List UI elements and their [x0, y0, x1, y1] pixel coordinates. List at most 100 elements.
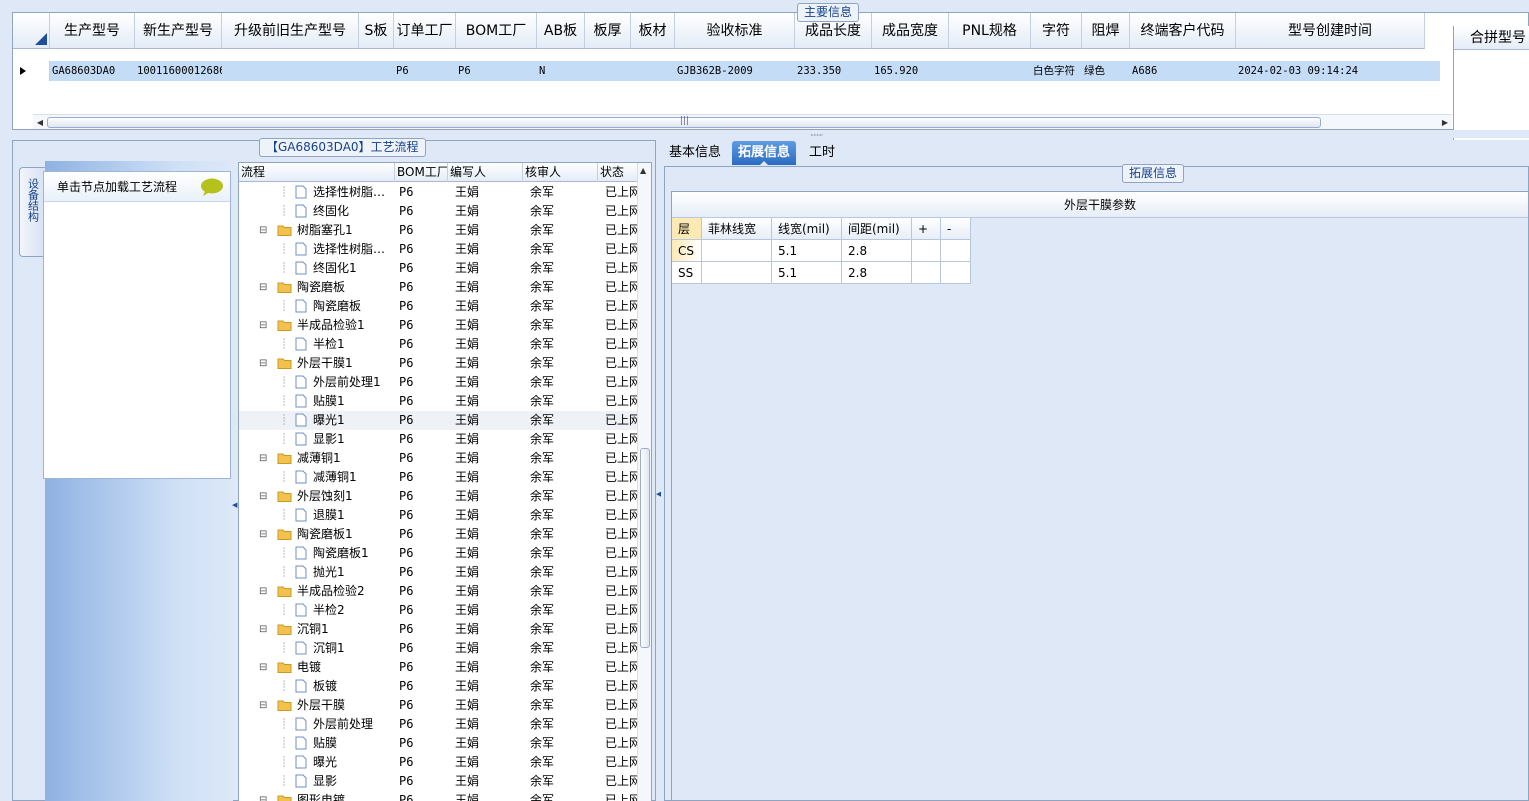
column-header[interactable]: 板材	[631, 13, 675, 49]
tree-row[interactable]: ┊ 外层前处理1 P6 王娟 余军 已上网	[239, 373, 639, 392]
cell[interactable]: 绿色	[1082, 61, 1130, 81]
tree-row[interactable]: ┊ 板镀 P6 王娟 余军 已上网	[239, 677, 639, 696]
tree-row[interactable]: ┊ 贴膜1 P6 王娟 余军 已上网	[239, 392, 639, 411]
param-cell[interactable]: 5.1	[772, 262, 842, 284]
cell[interactable]: 10011600012686	[135, 61, 222, 81]
column-header[interactable]: 订单工厂	[394, 13, 456, 49]
param-cell[interactable]	[941, 262, 971, 284]
column-header[interactable]: 成品宽度	[872, 13, 949, 49]
param-cell[interactable]	[912, 262, 941, 284]
collapse-icon[interactable]: ⊟	[259, 696, 269, 715]
tab-1[interactable]: 拓展信息	[732, 141, 797, 166]
param-cell[interactable]: 5.1	[772, 240, 842, 262]
cell[interactable]: 2024-02-03 09:14:24	[1236, 61, 1425, 81]
cell[interactable]	[949, 61, 1031, 81]
param-cell[interactable]: SS	[672, 262, 702, 284]
tree-row[interactable]: ⊟ 外层干膜1 P6 王娟 余军 已上网	[239, 354, 639, 373]
cell[interactable]: N	[537, 61, 585, 81]
cell[interactable]: P6	[456, 61, 537, 81]
cell[interactable]: P6	[394, 61, 456, 81]
merge-column-header[interactable]: 合拼型号	[1454, 26, 1529, 50]
tree-row[interactable]: ┊ 曝光 P6 王娟 余军 已上网	[239, 753, 639, 772]
collapse-icon[interactable]: ⊟	[259, 278, 269, 297]
tree-row[interactable]: ⊟ 外层干膜 P6 王娟 余军 已上网	[239, 696, 639, 715]
cell[interactable]: GA68603DA0	[50, 61, 135, 81]
tree-row[interactable]: ⊟ 半成品检验1 P6 王娟 余军 已上网	[239, 316, 639, 335]
column-header[interactable]: 字符	[1031, 13, 1082, 49]
tree-row[interactable]: ⊟ 电镀 P6 王娟 余军 已上网	[239, 658, 639, 677]
tree-row[interactable]: ┊ 选择性树脂… P6 王娟 余军 已上网	[239, 240, 639, 259]
tree-column-header[interactable]: 编写人	[448, 163, 523, 182]
cell[interactable]: 白色字符	[1031, 61, 1082, 81]
tree-row[interactable]: ⊟ 图形电镀 P6 王娟 余军 已上网	[239, 791, 639, 801]
collapse-icon[interactable]: ⊟	[259, 354, 269, 373]
tree-row[interactable]: ⊟ 外层蚀刻1 P6 王娟 余军 已上网	[239, 487, 639, 506]
tree-row[interactable]: ┊ 终固化1 P6 王娟 余军 已上网	[239, 259, 639, 278]
param-cell[interactable]	[702, 240, 772, 262]
tree-row[interactable]: ⊟ 减薄铜1 P6 王娟 余军 已上网	[239, 449, 639, 468]
param-column-header[interactable]: 间距(mil)	[842, 218, 912, 240]
collapse-icon[interactable]: ⊟	[259, 525, 269, 544]
cell[interactable]	[585, 61, 631, 81]
cell[interactable]	[359, 61, 394, 81]
param-cell[interactable]	[941, 240, 971, 262]
tree-column-header[interactable]: 核审人	[523, 163, 598, 182]
collapse-icon[interactable]: ⊟	[259, 791, 269, 801]
cell[interactable]: 233.350	[795, 61, 872, 81]
cell[interactable]: GJB362B-2009	[675, 61, 795, 81]
tree-row[interactable]: ┊ 半检2 P6 王娟 余军 已上网	[239, 601, 639, 620]
main-info-hscrollbar[interactable]: ◀ ||| ▶	[33, 114, 1452, 129]
tree-row[interactable]: ┊ 沉铜1 P6 王娟 余军 已上网	[239, 639, 639, 658]
collapse-icon[interactable]: ⊟	[259, 487, 269, 506]
column-header[interactable]: 生产型号	[50, 13, 135, 49]
tree-column-header[interactable]: 状态	[598, 163, 638, 182]
tree-row[interactable]: ┊ 陶瓷磨板1 P6 王娟 余军 已上网	[239, 544, 639, 563]
column-header[interactable]: 型号创建时间	[1236, 13, 1425, 49]
param-column-header[interactable]: 线宽(mil)	[772, 218, 842, 240]
main-info-data-row[interactable]: GA68603DA0 10011600012686 P6 P6 N GJB362B-200…	[13, 61, 1440, 81]
cell[interactable]: A686	[1130, 61, 1236, 81]
tree-scroll-thumb[interactable]	[640, 448, 650, 648]
tab-0[interactable]: 基本信息	[663, 141, 727, 165]
column-header[interactable]: AB板	[537, 13, 585, 49]
tree-row[interactable]: ┊ 陶瓷磨板 P6 王娟 余军 已上网	[239, 297, 639, 316]
horizontal-splitter[interactable]: ········	[0, 130, 1529, 140]
tab-equipment-structure[interactable]: 设备结构	[19, 167, 45, 257]
tree-row[interactable]: ┊ 抛光1 P6 王娟 余军 已上网	[239, 563, 639, 582]
tree-row[interactable]: ┊ 显影 P6 王娟 余军 已上网	[239, 772, 639, 791]
tree-column-header[interactable]: BOM工厂	[395, 163, 448, 182]
cell[interactable]	[631, 61, 675, 81]
column-header[interactable]: S板	[359, 13, 394, 49]
param-cell[interactable]: 2.8	[842, 262, 912, 284]
tree-row[interactable]: ┊ 曝光1 P6 王娟 余军 已上网	[239, 411, 639, 430]
tab-2[interactable]: 工时	[803, 141, 841, 165]
tree-row[interactable]: ┊ 减薄铜1 P6 王娟 余军 已上网	[239, 468, 639, 487]
tree-row[interactable]: ⊟ 沉铜1 P6 王娟 余军 已上网	[239, 620, 639, 639]
tree-row[interactable]: ┊ 贴膜 P6 王娟 余军 已上网	[239, 734, 639, 753]
tree-row[interactable]: ┊ 外层前处理 P6 王娟 余军 已上网	[239, 715, 639, 734]
node-hint-header[interactable]: 单击节点加载工艺流程	[44, 172, 230, 202]
tree-row[interactable]: ⊟ 半成品检验2 P6 王娟 余军 已上网	[239, 582, 639, 601]
param-column-header[interactable]: -	[941, 218, 971, 240]
tree-row[interactable]: ┊ 半检1 P6 王娟 余军 已上网	[239, 335, 639, 354]
collapse-icon[interactable]: ⊟	[259, 221, 269, 240]
process-tree-vscrollbar[interactable]: ▲	[637, 163, 651, 801]
scroll-up-icon[interactable]: ▲	[640, 166, 646, 175]
column-header[interactable]: 新生产型号	[135, 13, 222, 49]
cell[interactable]	[222, 61, 359, 81]
scroll-right-icon[interactable]: ▶	[1438, 115, 1452, 130]
left-splitter-handle[interactable]: ◀	[232, 501, 237, 561]
tree-row[interactable]: ┊ 选择性树脂… P6 王娟 余军 已上网	[239, 183, 639, 202]
tree-row[interactable]: ┊ 退膜1 P6 王娟 余军 已上网	[239, 506, 639, 525]
tree-row[interactable]: ┊ 显影1 P6 王娟 余军 已上网	[239, 430, 639, 449]
column-header[interactable]: 阻焊	[1082, 13, 1130, 49]
column-header[interactable]: BOM工厂	[456, 13, 537, 49]
collapse-icon[interactable]: ⊟	[259, 449, 269, 468]
collapse-icon[interactable]: ⊟	[259, 620, 269, 639]
param-column-header[interactable]: 层	[672, 218, 702, 240]
tree-row[interactable]: ⊟ 陶瓷磨板1 P6 王娟 余军 已上网	[239, 525, 639, 544]
param-cell[interactable]	[702, 262, 772, 284]
tree-column-header[interactable]: 流程	[239, 163, 395, 182]
param-cell[interactable]: 2.8	[842, 240, 912, 262]
param-column-header[interactable]: 菲林线宽	[702, 218, 772, 240]
